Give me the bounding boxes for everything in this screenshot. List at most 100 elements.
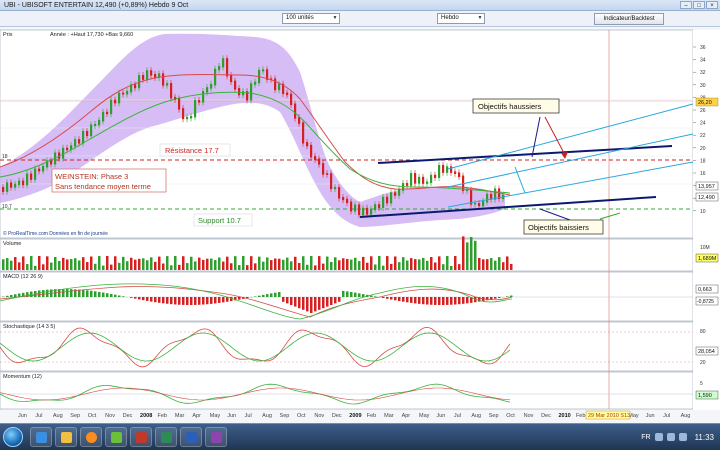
macd-histogram-bar — [438, 297, 441, 305]
candle-body — [14, 183, 17, 188]
volume-bar — [222, 261, 225, 270]
taskbar-app-button[interactable] — [105, 427, 127, 447]
chart-svg: 18 10.7 Prix Année : +Haut 17,730 +Bas 9… — [0, 27, 720, 423]
taskbar-excel-button[interactable] — [155, 427, 177, 447]
volume-bar — [90, 256, 93, 270]
clock[interactable]: 11:33 — [691, 433, 718, 442]
candle-body — [170, 83, 173, 99]
volume-bar — [298, 263, 301, 270]
time-axis-label: Dec — [541, 413, 551, 419]
macd-histogram-bar — [82, 289, 85, 297]
volume-bar — [274, 258, 277, 270]
price-tick-label: 24 — [700, 121, 706, 127]
time-axis-label: Mar — [175, 413, 185, 419]
time-axis-label: Jun — [227, 413, 236, 419]
windows-taskbar: FR 11:33 — [0, 423, 720, 450]
volume-bar — [318, 256, 321, 270]
volume-bar — [334, 257, 337, 270]
stochastic-label: Stochastique (14 3 5) — [3, 324, 55, 330]
time-axis-label: 2010 — [559, 413, 571, 419]
candle-body — [418, 176, 421, 184]
language-indicator[interactable]: FR — [641, 434, 650, 441]
candle-body — [50, 160, 53, 165]
candle-body — [234, 80, 237, 90]
chart-toolbar: 100 unités ▼ Hebdo ▼ Indicateur/Backtest — [0, 11, 720, 27]
chart-app-icon — [136, 432, 147, 443]
time-axis-label: Feb — [157, 413, 166, 419]
macd-histogram-bar — [6, 295, 9, 297]
candle-body — [254, 81, 257, 85]
macd-histogram-bar — [138, 297, 141, 300]
period-select[interactable]: Hebdo ▼ — [437, 13, 485, 24]
volume-bar — [426, 260, 429, 270]
volume-bar — [374, 264, 377, 270]
macd-histogram-bar — [390, 297, 393, 300]
momentum-tag-text: 1,590 — [698, 393, 712, 399]
macd-histogram-bar — [142, 297, 145, 301]
macd-histogram-bar — [318, 297, 321, 310]
candle-body — [250, 83, 253, 101]
macd-histogram-bar — [62, 289, 65, 297]
volume-bar — [170, 265, 173, 270]
macd-histogram-bar — [434, 297, 437, 305]
network-icon[interactable] — [654, 433, 663, 441]
flag-icon[interactable] — [678, 433, 687, 441]
macd-histogram-bar — [118, 295, 121, 297]
volume-bar — [6, 258, 9, 270]
volume-bar — [290, 261, 293, 270]
candle-body — [350, 201, 353, 212]
macd-histogram-bar — [154, 297, 157, 303]
macd-histogram-bar — [278, 292, 281, 297]
weinstein-line1: WEINSTEIN: Phase 3 — [55, 172, 128, 181]
volume-bar — [74, 258, 77, 270]
volume-bar — [210, 258, 213, 270]
macd-histogram-bar — [338, 297, 341, 302]
volume-bar — [378, 256, 381, 270]
volume-bar — [26, 264, 29, 270]
volume-bar — [38, 256, 41, 270]
volume-bar — [390, 263, 393, 270]
candle-body — [398, 189, 401, 196]
macd-histogram-bar — [286, 297, 289, 304]
macd-histogram-bar — [186, 297, 189, 305]
taskbar-word-button[interactable] — [180, 427, 202, 447]
window-title: UBI - UBISOFT ENTERTAIN 12,490 (+0,89%) … — [4, 2, 189, 9]
volume-icon[interactable] — [666, 433, 675, 441]
taskbar-ie-button[interactable] — [30, 427, 52, 447]
volume-bar — [54, 256, 57, 270]
time-axis-label: Nov — [524, 413, 534, 419]
macd-histogram-bar — [450, 297, 453, 305]
units-select[interactable]: 100 unités ▼ — [282, 13, 340, 24]
candle-body — [358, 204, 361, 216]
macd-histogram-bar — [446, 297, 449, 305]
indicator-backtest-button[interactable]: Indicateur/Backtest — [594, 13, 664, 25]
taskbar-media-button[interactable] — [80, 427, 102, 447]
volume-bar — [482, 259, 485, 270]
maximize-button[interactable]: □ — [693, 1, 705, 9]
minimize-button[interactable]: – — [680, 1, 692, 9]
macd-histogram-bar — [122, 296, 125, 297]
taskbar-prorealtime-button[interactable] — [205, 427, 227, 447]
taskbar-chart-button[interactable] — [130, 427, 152, 447]
macd-histogram-bar — [270, 293, 273, 297]
volume-bar — [494, 260, 497, 270]
start-button[interactable] — [3, 427, 23, 447]
candle-body — [382, 196, 385, 208]
candle-body — [150, 70, 153, 76]
macd-histogram-bar — [458, 297, 461, 305]
candle-body — [238, 88, 241, 96]
macd-histogram-bar — [102, 292, 105, 297]
candle-body — [426, 181, 429, 184]
ohlc-info: Année : +Haut 17,730 +Bas 9,660 — [50, 32, 133, 38]
time-axis-label: Apr — [192, 413, 201, 419]
stochastic-panel[interactable] — [0, 321, 694, 372]
volume-bar — [158, 256, 161, 270]
candle-body — [450, 166, 453, 173]
volume-bar — [162, 263, 165, 270]
candle-body — [366, 207, 369, 215]
taskbar-explorer-button[interactable] — [55, 427, 77, 447]
volume-bar — [218, 257, 221, 270]
volume-bar — [382, 265, 385, 270]
candle-body — [334, 186, 337, 190]
close-button[interactable]: × — [706, 1, 718, 9]
